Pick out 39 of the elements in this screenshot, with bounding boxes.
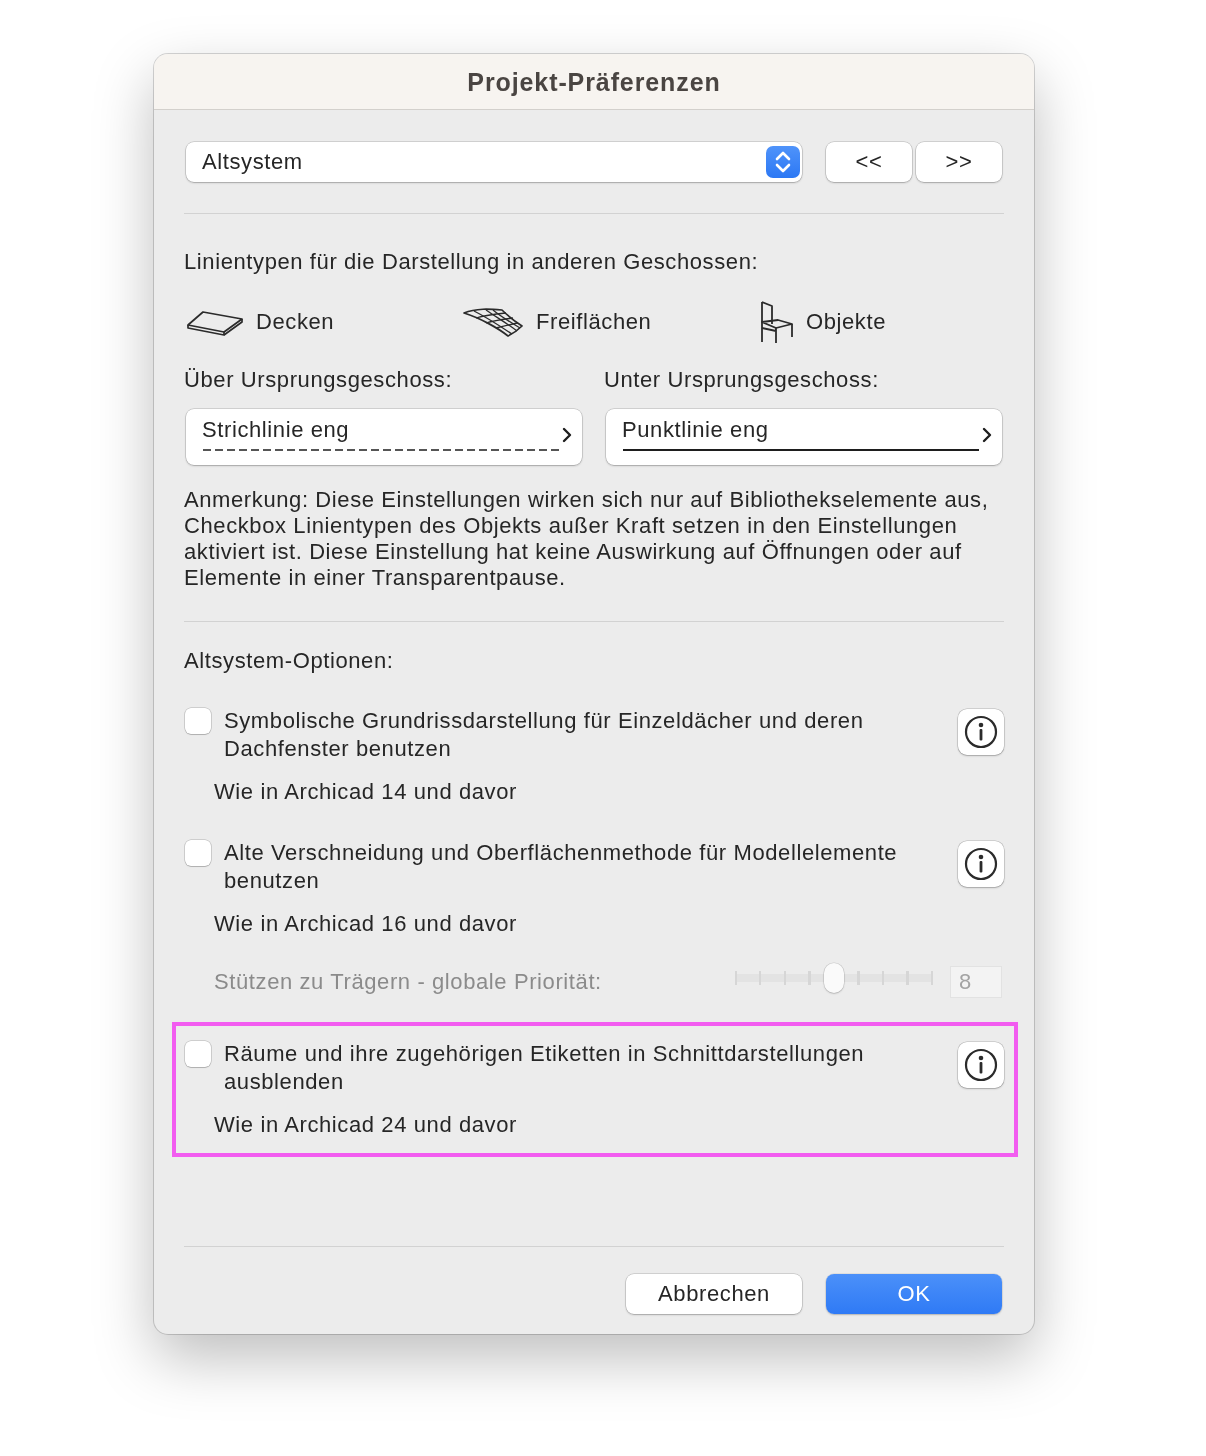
option-caption: Wie in Archicad 14 und davor: [213, 779, 518, 805]
preset-select[interactable]: Altsystem: [186, 142, 802, 182]
chevron-right-icon: [562, 427, 572, 443]
chair-icon: [758, 300, 794, 344]
field-label: Unter Ursprungsgeschoss:: [604, 367, 880, 393]
up-down-chevron-icon: [766, 146, 800, 178]
info-button[interactable]: [958, 709, 1004, 755]
note-text: Anmerkung: Diese Einstellungen wirken sich nur auf Bibliothekselemente aus, Checkbox Linientypen des Objekts außer Kraft setzen in den Einstellungen aktiviert ist. Diese Einstellung hat keine Auswirkung auf Öffnungen oder auf Elemente in einer Transparentpause.: [184, 487, 990, 591]
category-label: Decken: [256, 309, 335, 335]
previous-button[interactable]: <<: [826, 142, 912, 182]
line-type-picker[interactable]: Strichlinie eng: [186, 409, 582, 465]
value-field: 8: [950, 966, 1002, 998]
window-title: Projekt-Präferenzen: [467, 68, 721, 95]
option-label: Räume und ihre zugehörigen Etiketten in Schnittdarstellungen ausblenden: [224, 1040, 866, 1096]
option-label: Alte Verschneidung und Oberflächenmethode für Modellelemente benutzen: [224, 839, 899, 895]
slider-label: Stützen zu Trägern - globale Priorität:: [213, 969, 603, 995]
option-caption: Wie in Archicad 16 und davor: [213, 911, 518, 937]
section-heading: Altsystem-Optionen:: [184, 648, 395, 674]
cancel-button[interactable]: Abbrechen: [626, 1274, 802, 1314]
info-icon: [964, 715, 998, 749]
category-label: Freiflächen: [536, 309, 652, 335]
next-button[interactable]: >>: [916, 142, 1002, 182]
checkbox[interactable]: [185, 708, 211, 734]
slab-icon: [186, 308, 244, 336]
option-caption: Wie in Archicad 24 und davor: [213, 1112, 518, 1138]
checkbox[interactable]: [185, 840, 211, 866]
info-button[interactable]: [958, 1042, 1004, 1088]
checkbox[interactable]: [185, 1041, 211, 1067]
info-button[interactable]: [958, 841, 1004, 887]
info-icon: [964, 847, 998, 881]
line-type-picker[interactable]: Punktlinie eng: [606, 409, 1002, 465]
category-label: Objekte: [806, 309, 887, 335]
field-label: Über Ursprungsgeschoss:: [184, 367, 454, 393]
mesh-surface-icon: [462, 306, 524, 338]
option-label: Symbolische Grundrissdarstellung für Einzeldächer und deren Dachfenster benutzen: [224, 707, 865, 763]
section-heading: Linientypen für die Darstellung in anderen Geschossen:: [184, 249, 760, 275]
chevron-right-icon: [982, 427, 992, 443]
ok-button[interactable]: OK: [826, 1274, 1002, 1314]
info-icon: [964, 1048, 998, 1082]
